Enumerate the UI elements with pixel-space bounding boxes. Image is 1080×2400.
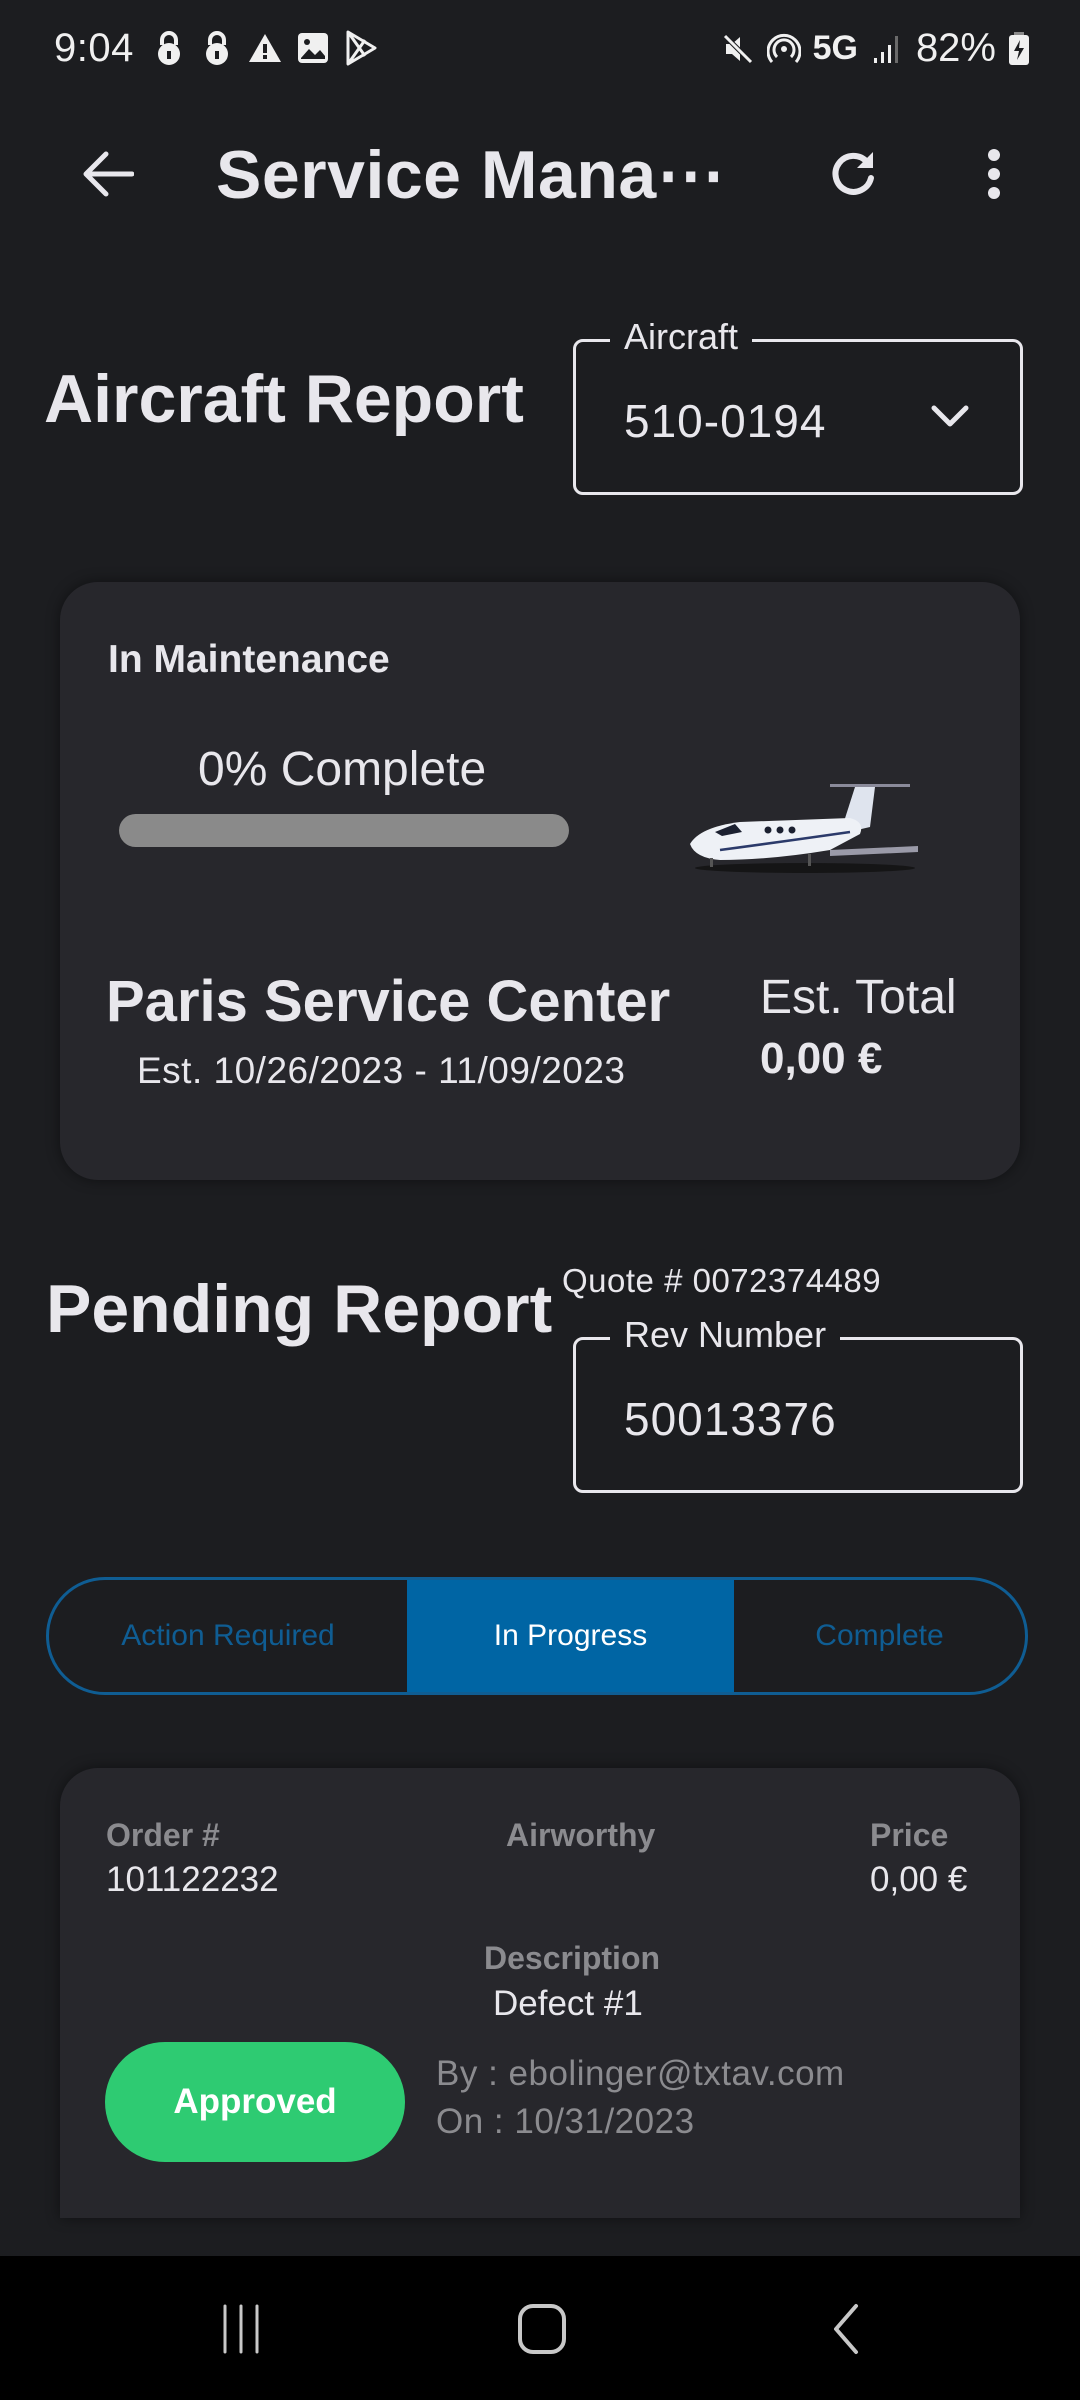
chevron-left-icon: [830, 2303, 860, 2360]
status-bar: 9:04 5G 82%: [0, 0, 1080, 100]
refresh-icon: [827, 148, 879, 205]
aircraft-select-label: Aircraft: [610, 316, 753, 358]
order-card[interactable]: Order # 101122232 Airworthy Price 0,00 €…: [60, 1768, 1020, 2218]
order-number-value: 101122232: [106, 1860, 279, 1899]
est-total-value: 0,00 €: [760, 1034, 883, 1083]
rev-number-label: Rev Number: [610, 1314, 841, 1356]
recent-apps-icon: [219, 2304, 263, 2359]
refresh-button[interactable]: [818, 144, 888, 208]
approved-on: On : 10/31/2023: [436, 2102, 695, 2141]
approved-status-button[interactable]: Approved: [105, 2042, 405, 2162]
recent-apps-button[interactable]: [196, 2296, 286, 2366]
progress-label: 0% Complete: [198, 743, 487, 796]
rev-number-value: 50013376: [624, 1393, 837, 1445]
pending-report-title: Pending Report: [46, 1271, 553, 1347]
home-button[interactable]: [497, 2296, 587, 2366]
home-icon: [517, 2303, 567, 2360]
warning-icon: [248, 30, 282, 66]
system-nav-bar: [0, 2256, 1080, 2400]
aircraft-select-value: 510-0194: [624, 395, 827, 447]
app-bar: Service Mana⋯: [0, 100, 1080, 250]
lock-icon: [152, 30, 186, 66]
chevron-down-icon: [928, 400, 972, 434]
price-label: Price: [870, 1817, 949, 1853]
tab-complete[interactable]: Complete: [734, 1580, 1025, 1692]
play-store-icon: [344, 30, 378, 66]
status-time: 9:04: [54, 26, 134, 70]
notification-icons: [152, 30, 378, 66]
description-label: Description: [484, 1940, 661, 1976]
image-icon: [296, 30, 330, 66]
order-number-label: Order #: [106, 1817, 220, 1853]
approved-by: By : ebolinger@txtav.com: [436, 2054, 845, 2093]
maintenance-status: In Maintenance: [108, 638, 390, 681]
maintenance-card: In Maintenance 0% Complete Paris Service…: [60, 582, 1020, 1180]
app-title: Service Mana⋯: [216, 137, 726, 213]
rev-number-field[interactable]: Rev Number 50013376: [573, 1314, 1023, 1493]
price-value: 0,00 €: [870, 1860, 968, 1899]
tab-in-progress[interactable]: In Progress: [407, 1580, 734, 1692]
network-type: 5G: [812, 29, 858, 67]
battery-charging-icon: [1008, 31, 1030, 67]
signal-icon: [870, 31, 904, 67]
aircraft-report-title: Aircraft Report: [44, 361, 524, 437]
estimated-dates: Est. 10/26/2023 - 11/09/2023: [137, 1050, 626, 1091]
est-total-label: Est. Total: [760, 971, 957, 1024]
description-value: Defect #1: [493, 1984, 643, 2023]
quote-number: Quote # 0072374489: [562, 1262, 882, 1299]
aircraft-select[interactable]: Aircraft 510-0194: [573, 316, 1023, 495]
progress-bar: [119, 814, 569, 847]
status-tabs: Action Required In Progress Complete: [46, 1577, 1028, 1695]
battery-percent: 82%: [915, 26, 996, 70]
arrow-left-icon: [82, 151, 135, 202]
system-back-button[interactable]: [800, 2296, 890, 2366]
service-center-name: Paris Service Center: [106, 969, 671, 1034]
tab-action-required[interactable]: Action Required: [49, 1580, 407, 1692]
lock-icon: [200, 30, 234, 66]
more-vertical-icon: [987, 148, 1001, 204]
airworthy-label: Airworthy: [506, 1817, 656, 1853]
back-button[interactable]: [72, 144, 144, 208]
more-options-button[interactable]: [966, 144, 1022, 208]
system-status-icons: 5G 82%: [721, 26, 1030, 71]
mute-icon: [721, 31, 755, 67]
aircraft-image: [680, 772, 930, 882]
hotspot-icon: [766, 31, 801, 67]
